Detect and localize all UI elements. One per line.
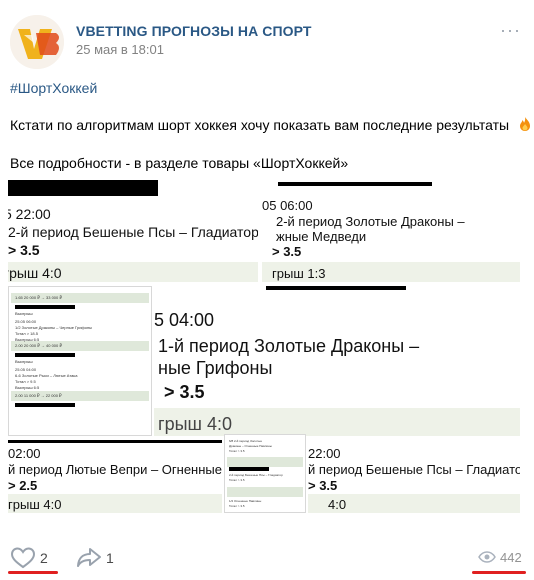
match-bet: > 3.5: [8, 242, 40, 258]
redaction-bar: [15, 353, 75, 357]
redaction-bar: [229, 467, 269, 471]
mini-row: 25.05 04:00: [15, 367, 37, 372]
gallery-photo-5[interactable]: 22:00 й период Бешеные Псы – Гладиатор >…: [308, 440, 520, 513]
gallery-photo-1[interactable]: 5 22:00 2-й период Бешеные Псы – Гладиат…: [8, 176, 258, 282]
match-bet: > 3.5: [272, 244, 302, 259]
mini-row: 2.00 20 000 ₽ → 40 000 ₽: [15, 343, 62, 348]
mini-row: Выигрыш 6:5: [15, 337, 40, 342]
view-count: 442: [500, 550, 522, 565]
match-result: грыш 4:0: [158, 414, 232, 434]
match-bet: > 3.5: [308, 478, 338, 493]
match-title: 2-й период Бешеные Псы – Гладиатор: [8, 224, 258, 240]
mini-row: Тотал > 9.5: [15, 379, 36, 384]
match-time: 5 04:00: [154, 310, 215, 330]
group-avatar[interactable]: [10, 15, 64, 69]
more-options-icon[interactable]: ···: [500, 21, 521, 39]
match-title-line-1: 2-й период Золотые Драконы –: [276, 214, 465, 229]
mini-row: 1/2 Золотые Драконы – Черные Грифоны: [15, 325, 93, 330]
match-bet: > 3.5: [164, 382, 205, 402]
match-title-line-1: 1-й период Золотые Драконы –: [158, 336, 420, 356]
match-title: й период Лютые Вепри – Огненные П: [8, 462, 222, 477]
post-text-line-1-text: Кстати по алгоритмам шорт хоккея хочу по…: [10, 117, 510, 133]
gallery-photo-4[interactable]: 02:00 й период Лютые Вепри – Огненные П …: [8, 440, 222, 513]
match-result: грыш 1:3: [272, 266, 326, 281]
redaction-bar: [15, 403, 75, 407]
post-date[interactable]: 25 мая в 18:01: [76, 42, 164, 57]
match-title-line-2: жные Медведи: [276, 229, 367, 244]
match-time: 05 06:00: [262, 198, 313, 213]
mini-row: 2.00 11 000 ₽ → 22 000 ₽: [15, 393, 62, 398]
mini-row: 1/2 Огненные Павлины: [229, 499, 262, 503]
result-strip: [227, 487, 303, 497]
match-time: 02:00: [8, 446, 41, 461]
share-count[interactable]: 1: [106, 550, 114, 566]
hashtag-link[interactable]: #ШортХоккей: [10, 80, 97, 96]
mini-row: Выигрыш: [15, 311, 33, 316]
heart-icon[interactable]: [10, 546, 36, 570]
mini-row: 6-6 Золотые Рыси – Лютые Атака: [15, 373, 78, 378]
gallery-photo-mini-right[interactable]: 6/8 2-й период Золотые Драконы – Огненны…: [224, 434, 306, 513]
mini-row: Тотал > 3.5: [229, 449, 245, 453]
redaction-bar: [266, 286, 406, 290]
match-result: 4:0: [328, 497, 347, 512]
highlight-underline: [472, 571, 526, 574]
mini-row: 1.65 20 000 ₽ → 33 000 ₽: [15, 295, 62, 300]
mini-row: Выигрыш: [15, 359, 33, 364]
mini-row: Выигрыш 6:5: [15, 385, 40, 390]
like-count[interactable]: 2: [40, 550, 48, 566]
eye-icon: [478, 551, 496, 563]
vbetting-logo-icon: [10, 15, 64, 69]
match-result: грыш 4:0: [8, 265, 62, 281]
post-text-line-2: Все подробности - в разделе товары «Шорт…: [10, 155, 349, 171]
highlight-underline: [8, 571, 58, 574]
gallery-photo-3[interactable]: 5 04:00 1-й период Золотые Драконы – ные…: [154, 286, 520, 436]
gallery-photo-2[interactable]: 05 06:00 2-й период Золотые Драконы – жн…: [262, 176, 520, 282]
match-title: й период Бешеные Псы – Гладиатор: [308, 462, 520, 477]
wall-post: VBETTING ПРОГНОЗЫ НА СПОРТ 25 мая в 18:0…: [0, 0, 534, 580]
match-time: 22:00: [308, 446, 341, 461]
gallery-photo-mini-left[interactable]: 1.65 20 000 ₽ → 33 000 ₽ Выигрыш 25.05 0…: [8, 286, 152, 436]
redaction-bar: [15, 305, 75, 309]
post-text-line-1: Кстати по алгоритмам шорт хоккея хочу по…: [10, 116, 533, 133]
redaction-bar: [8, 440, 222, 443]
match-title-line-2: ные Грифоны: [158, 358, 273, 378]
photo-gallery: 5 22:00 2-й период Бешеные Псы – Гладиат…: [8, 176, 520, 513]
share-arrow-icon[interactable]: [76, 546, 102, 568]
mini-row: 6/8 2-й период Золотые: [229, 439, 263, 443]
mini-row: Тотал > 18.5: [15, 331, 38, 336]
fire-icon: [519, 117, 530, 131]
post-author[interactable]: VBETTING ПРОГНОЗЫ НА СПОРТ: [76, 23, 312, 39]
mini-row: Драконы – Огненные Павлины: [229, 444, 272, 448]
match-result: грыш 4:0: [8, 497, 62, 512]
redaction-bar: [8, 180, 158, 196]
result-strip: [227, 457, 303, 467]
mini-row: Тотал > 3.5: [229, 478, 245, 482]
match-time: 5 22:00: [8, 206, 51, 222]
mini-row: Тотал > 3.5: [229, 504, 245, 508]
mini-row: 25.05 06:00: [15, 319, 37, 324]
match-bet: > 2.5: [8, 478, 38, 493]
redaction-bar: [278, 182, 432, 186]
mini-row: 2-й период Бешеные Псы – Гладиатор: [229, 473, 283, 477]
